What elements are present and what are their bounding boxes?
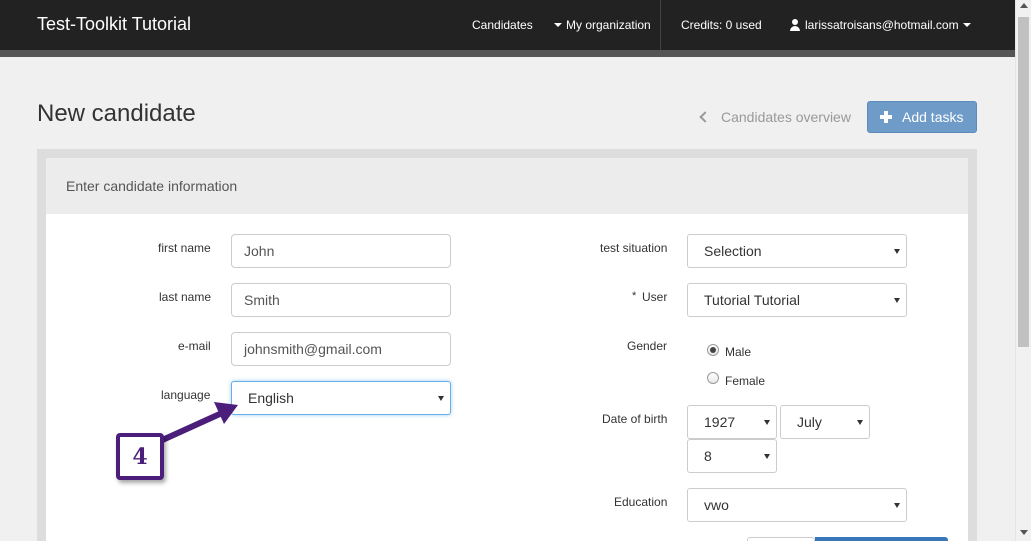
gender-male-radio[interactable]	[707, 344, 719, 356]
add-tasks-label: Add tasks	[902, 109, 964, 125]
nav-credits-label: Credits: 0 used	[681, 18, 762, 32]
candidates-overview-label: Candidates overview	[721, 109, 851, 125]
panel-heading-title: Enter candidate information	[66, 178, 238, 194]
nav-divider	[660, 0, 661, 50]
first-name-label: first name	[158, 241, 211, 255]
page-scrollbar[interactable]	[1015, 0, 1031, 541]
user-icon	[789, 19, 801, 31]
select-arrow-icon	[857, 420, 863, 425]
select-arrow-icon	[894, 298, 900, 303]
test-situation-value: Selection	[704, 243, 762, 259]
education-label: Education	[614, 495, 668, 509]
scroll-up-arrow-icon[interactable]	[1020, 3, 1028, 8]
nav-credits: Credits: 0 used	[681, 18, 762, 32]
gender-label: Gender	[627, 339, 668, 353]
education-select[interactable]: vwo	[687, 488, 907, 522]
birth-month-select[interactable]: July	[780, 405, 870, 439]
scroll-down-arrow-icon[interactable]	[1020, 530, 1028, 535]
caret-down-icon	[962, 23, 971, 27]
select-arrow-icon	[894, 249, 900, 254]
nav-my-organization-label: My organization	[566, 18, 651, 32]
education-value: vwo	[704, 497, 729, 513]
first-name-input[interactable]: John	[231, 234, 451, 268]
select-arrow-icon	[894, 503, 900, 508]
last-name-input[interactable]: Smith	[231, 283, 451, 317]
user-label: User	[642, 290, 668, 304]
page-title: New candidate	[37, 100, 196, 127]
annotation-step-badge: 4	[116, 433, 164, 480]
test-situation-label: test situation	[600, 241, 668, 255]
birth-day-select[interactable]: 8	[687, 439, 777, 473]
nav-candidates-label: Candidates	[472, 18, 533, 32]
save-button[interactable]	[815, 537, 948, 541]
chevron-left-icon	[699, 111, 711, 123]
nav-user-email: larissatroisans@hotmail.com	[805, 18, 959, 32]
select-arrow-icon	[438, 396, 444, 401]
nav-candidates[interactable]: Candidates	[472, 18, 533, 32]
caret-down-icon	[554, 23, 562, 27]
language-select-value: English	[248, 390, 294, 406]
date-of-birth-label: Date of birth	[602, 412, 668, 426]
plus-icon	[880, 111, 892, 123]
email-input[interactable]: johnsmith@gmail.com	[231, 332, 451, 366]
user-select[interactable]: Tutorial Tutorial	[687, 283, 907, 317]
birth-day-value: 8	[704, 448, 712, 464]
nav-user-menu[interactable]: larissatroisans@hotmail.com	[789, 18, 975, 32]
top-navbar: Test-Toolkit Tutorial Candidates My orga…	[0, 0, 1015, 50]
gender-female-radio[interactable]	[707, 372, 719, 384]
cancel-button[interactable]	[747, 537, 815, 541]
birth-year-value: 1927	[704, 414, 736, 430]
birth-year-select[interactable]: 1927	[687, 405, 777, 439]
select-arrow-icon	[764, 420, 770, 425]
language-select[interactable]: English	[231, 381, 451, 415]
nav-my-organization[interactable]: My organization	[550, 18, 651, 32]
add-tasks-button[interactable]: Add tasks	[867, 101, 977, 133]
birth-month-value: July	[797, 414, 822, 430]
gender-male-label[interactable]: Male	[725, 345, 751, 359]
last-name-label: last name	[159, 290, 212, 304]
required-marker: *	[632, 290, 637, 302]
test-situation-select[interactable]: Selection	[687, 234, 907, 268]
candidates-overview-link[interactable]: Candidates overview	[698, 109, 851, 125]
select-arrow-icon	[764, 454, 770, 459]
gender-female-label[interactable]: Female	[725, 374, 765, 388]
brand-link[interactable]: Test-Toolkit Tutorial	[37, 14, 191, 35]
navbar-bottom-strip	[0, 50, 1015, 57]
scroll-thumb[interactable]	[1018, 17, 1029, 347]
email-label: e-mail	[178, 339, 211, 353]
language-label: language	[161, 388, 211, 402]
user-select-value: Tutorial Tutorial	[704, 292, 800, 308]
